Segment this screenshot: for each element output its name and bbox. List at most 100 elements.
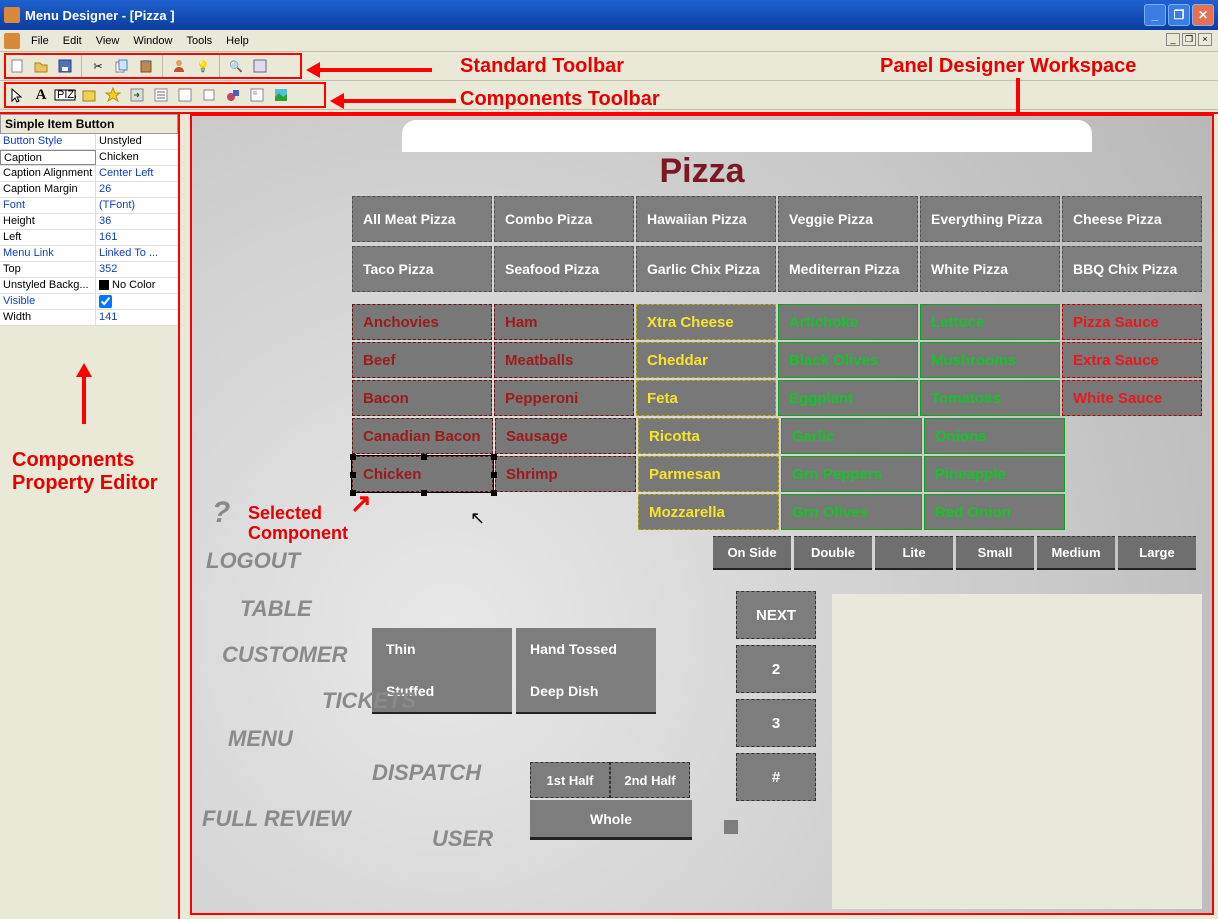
image-icon[interactable]: [270, 84, 292, 106]
ingredient-button[interactable]: Red Onion: [924, 494, 1065, 530]
ingredient-button[interactable]: Onions: [924, 418, 1065, 454]
menu-tools[interactable]: Tools: [179, 33, 219, 49]
pos-nav-full-review[interactable]: FULL REVIEW: [202, 806, 351, 832]
pizza-button[interactable]: Everything Pizza: [920, 196, 1060, 242]
ingredient-button[interactable]: Ham: [494, 304, 634, 340]
pos-nav-customer[interactable]: CUSTOMER: [222, 642, 348, 668]
new-file-icon[interactable]: [6, 55, 28, 77]
menu-help[interactable]: Help: [219, 33, 256, 49]
ingredient-button[interactable]: Chicken: [352, 456, 493, 492]
ingredient-button[interactable]: Pineapple: [924, 456, 1065, 492]
ingredient-button[interactable]: Xtra Cheese: [636, 304, 776, 340]
ingredient-button[interactable]: Meatballs: [494, 342, 634, 378]
ingredient-button[interactable]: Beef: [352, 342, 492, 378]
checkbox-icon[interactable]: [198, 84, 220, 106]
pizza-button[interactable]: Cheese Pizza: [1062, 196, 1202, 242]
pointer-icon[interactable]: [6, 84, 28, 106]
modifier-button[interactable]: Small: [956, 536, 1034, 570]
ingredient-button[interactable]: Extra Sauce: [1062, 342, 1202, 378]
property-row[interactable]: CaptionChicken: [0, 150, 178, 166]
ingredient-button[interactable]: Bacon: [352, 380, 492, 416]
menu-edit[interactable]: Edit: [56, 33, 89, 49]
property-row[interactable]: Left161: [0, 230, 178, 246]
mdi-close-button[interactable]: ×: [1198, 33, 1212, 46]
property-row[interactable]: Caption AlignmentCenter Left: [0, 166, 178, 182]
half-button[interactable]: 2nd Half: [610, 762, 690, 798]
pos-nav-dispatch[interactable]: DISPATCH: [372, 760, 481, 786]
qty-button[interactable]: 2: [736, 645, 816, 693]
property-row[interactable]: Unstyled Backg...No Color: [0, 278, 178, 294]
property-grid[interactable]: Button StyleUnstyledCaptionChickenCaptio…: [0, 134, 178, 326]
ingredient-button[interactable]: Pizza Sauce: [1062, 304, 1202, 340]
pos-nav-table[interactable]: TABLE: [240, 596, 312, 622]
qty-button[interactable]: 3: [736, 699, 816, 747]
ingredient-button[interactable]: Cheddar: [636, 342, 776, 378]
designer-workspace[interactable]: Pizza All Meat PizzaCombo PizzaHawaiian …: [190, 114, 1214, 915]
ingredient-button[interactable]: Black Olives: [778, 342, 918, 378]
property-row[interactable]: Caption Margin26: [0, 182, 178, 198]
save-icon[interactable]: [54, 55, 76, 77]
pizza-button[interactable]: Seafood Pizza: [494, 246, 634, 292]
pizza-button[interactable]: Hawaiian Pizza: [636, 196, 776, 242]
paste-icon[interactable]: [135, 55, 157, 77]
property-row[interactable]: Height36: [0, 214, 178, 230]
ingredient-button[interactable]: Shrimp: [495, 456, 636, 492]
pizza-button[interactable]: Taco Pizza: [352, 246, 492, 292]
property-row[interactable]: Menu LinkLinked To ...: [0, 246, 178, 262]
ingredient-button[interactable]: Pepperoni: [494, 380, 634, 416]
copy-icon[interactable]: [111, 55, 133, 77]
pizza-button-icon[interactable]: PIZZA: [54, 84, 76, 106]
pos-nav-tickets[interactable]: TICKETS: [322, 688, 416, 714]
modifier-button[interactable]: Large: [1118, 536, 1196, 570]
pizza-button[interactable]: White Pizza: [920, 246, 1060, 292]
ingredient-button[interactable]: Canadian Bacon: [352, 418, 493, 454]
close-button[interactable]: ✕: [1192, 4, 1214, 26]
minimize-button[interactable]: _: [1144, 4, 1166, 26]
pizza-button[interactable]: Garlic Chix Pizza: [636, 246, 776, 292]
crust-button[interactable]: Hand Tossed: [516, 628, 656, 672]
menu-file[interactable]: File: [24, 33, 56, 49]
modifier-button[interactable]: Lite: [875, 536, 953, 570]
shape-icon[interactable]: [222, 84, 244, 106]
qty-button[interactable]: NEXT: [736, 591, 816, 639]
form-icon[interactable]: [249, 55, 271, 77]
property-row[interactable]: Width141: [0, 310, 178, 326]
component-icon-1[interactable]: [78, 84, 100, 106]
crust-button[interactable]: Deep Dish: [516, 670, 656, 714]
property-row[interactable]: Button StyleUnstyled: [0, 134, 178, 150]
ingredient-button[interactable]: Lettuce: [920, 304, 1060, 340]
ingredient-button[interactable]: Artichoke: [778, 304, 918, 340]
property-row[interactable]: Font(TFont): [0, 198, 178, 214]
ingredient-button[interactable]: Sausage: [495, 418, 636, 454]
bulb-icon[interactable]: 💡: [192, 55, 214, 77]
arrow-right-icon[interactable]: [126, 84, 148, 106]
pos-nav-user[interactable]: USER: [432, 826, 493, 852]
maximize-button[interactable]: ❐: [1168, 4, 1190, 26]
star-icon[interactable]: [102, 84, 124, 106]
ingredient-button[interactable]: Mushrooms: [920, 342, 1060, 378]
cut-icon[interactable]: ✂: [87, 55, 109, 77]
ingredient-button[interactable]: White Sauce: [1062, 380, 1202, 416]
ingredient-button[interactable]: Anchovies: [352, 304, 492, 340]
frame-icon[interactable]: [246, 84, 268, 106]
qty-button[interactable]: #: [736, 753, 816, 801]
ingredient-button[interactable]: Grn Peppers: [781, 456, 922, 492]
list-icon[interactable]: [150, 84, 172, 106]
property-row[interactable]: Top352: [0, 262, 178, 278]
open-file-icon[interactable]: [30, 55, 52, 77]
ingredient-button[interactable]: Mozzarella: [638, 494, 779, 530]
text-icon[interactable]: A: [30, 84, 52, 106]
panel-icon[interactable]: [174, 84, 196, 106]
modifier-button[interactable]: Double: [794, 536, 872, 570]
modifier-button[interactable]: Medium: [1037, 536, 1115, 570]
ingredient-button[interactable]: Parmesan: [638, 456, 779, 492]
mdi-restore-button[interactable]: ❐: [1182, 33, 1196, 46]
pizza-button[interactable]: All Meat Pizza: [352, 196, 492, 242]
pos-nav-?[interactable]: ?: [212, 496, 230, 530]
ingredient-button[interactable]: Eggplant: [778, 380, 918, 416]
ingredient-button[interactable]: Ricotta: [638, 418, 779, 454]
half-button[interactable]: 1st Half: [530, 762, 610, 798]
small-box[interactable]: [724, 820, 738, 834]
ingredient-button[interactable]: Grn Olives: [781, 494, 922, 530]
user-icon[interactable]: [168, 55, 190, 77]
